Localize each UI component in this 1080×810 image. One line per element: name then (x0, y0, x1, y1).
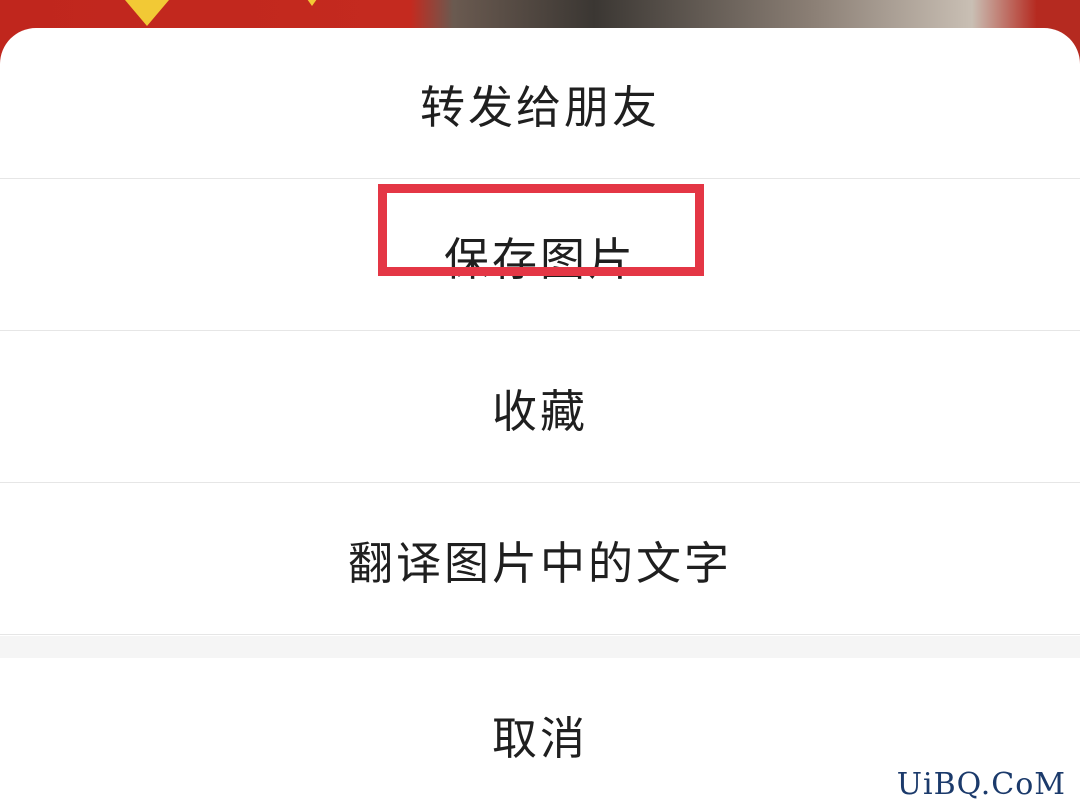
save-image-option[interactable]: 保存图片 (0, 180, 1080, 331)
translate-text-option[interactable]: 翻译图片中的文字 (0, 484, 1080, 635)
flag-star-icon (125, 0, 169, 26)
favorite-option[interactable]: 收藏 (0, 332, 1080, 483)
section-divider (0, 636, 1080, 658)
forward-to-friend-option[interactable]: 转发给朋友 (0, 28, 1080, 179)
flag-star-icon (302, 0, 322, 6)
watermark: UiBQ.CoM (896, 767, 1066, 802)
screen: 转发给朋友 保存图片 收藏 翻译图片中的文字 取消 UiBQ.CoM (0, 0, 1080, 810)
action-sheet: 转发给朋友 保存图片 收藏 翻译图片中的文字 取消 (0, 28, 1080, 810)
